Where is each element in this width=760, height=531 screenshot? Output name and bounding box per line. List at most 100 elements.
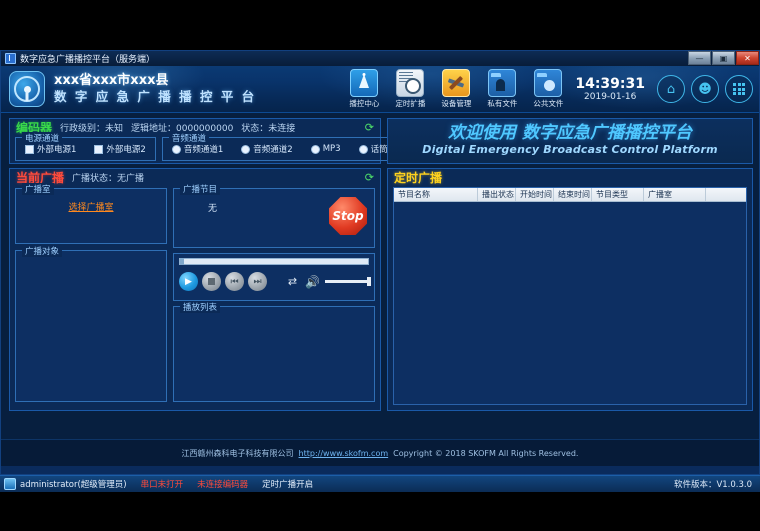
timed-broadcast-title: 定时广播 [394,169,442,186]
checkbox-icon [25,145,34,154]
toolbar-label: 公共文件 [533,98,563,109]
status-version: 软件版本：V1.0.3.0 [674,478,752,490]
audio-channel-mp3[interactable]: MP3 [311,144,341,154]
column-program-type[interactable]: 节目类型 [592,188,644,201]
audio-channel-mic[interactable]: 话筒 [359,143,388,155]
header-toolbar: 播控中心 定时扩播 设备管理 私有文件 公共文件 [341,66,759,112]
apps-button[interactable] [725,75,753,103]
encoder-admin-level: 行政级别：未知 [60,121,123,134]
close-button[interactable]: ✕ [736,51,759,65]
window-title: 数字应急广播播控平台（服务端） [20,52,155,65]
radio-icon [311,145,320,154]
stop-icon[interactable] [202,272,221,291]
footer-company: 江西赣州森科电子科技有限公司 [182,448,294,459]
playlist-label: 播放列表 [180,301,220,313]
previous-icon[interactable]: ⏮ [225,272,244,291]
seek-slider[interactable] [179,258,369,265]
speaker-icon[interactable]: 🔊 [305,275,320,289]
audio-channel-2[interactable]: 音频通道2 [241,143,292,155]
radio-icon [172,145,181,154]
minimize-button[interactable]: — [688,51,711,65]
broadcast-room-group: 广播室 选择广播室 [15,188,167,244]
timed-broadcast-table: 节目名称 播出状态 开始时间 结束时间 节目类型 广播室 [393,187,747,405]
audio-channel-1-label: 音频通道1 [184,143,223,155]
home-icon: ⌂ [667,83,675,96]
toolbar-item-broadcast-center[interactable]: 播控中心 [341,67,387,111]
footer-link[interactable]: http://www.skofm.com [299,449,389,458]
checkbox-icon [94,145,103,154]
home-button[interactable]: ⌂ [657,75,685,103]
current-broadcast-status: 广播状态：无广播 [72,171,144,184]
stop-broadcast-button[interactable]: Stop [329,197,367,235]
power-channel-2[interactable]: 外部电源2 [94,143,145,155]
column-play-status[interactable]: 播出状态 [478,188,516,201]
media-player: ▶ ⏮ ⏭ ⇄ 🔊 [173,253,375,301]
current-broadcast-body: 广播室 选择广播室 广播对象 广播节目 无 Stop [10,185,380,407]
refresh-icon[interactable]: ⟳ [365,121,374,134]
radio-icon [359,145,368,154]
status-encoder: 未连接编码器 [197,478,248,490]
window-controls: — ▣ ✕ [687,51,759,66]
clock: 14:39:31 2019-01-16 [575,76,645,102]
footer-copyright: Copyright © 2018 SKOFM All Rights Reserv… [393,449,578,458]
volume-handle[interactable] [367,277,371,286]
column-program-name[interactable]: 节目名称 [394,188,478,201]
refresh-icon[interactable]: ⟳ [365,171,374,184]
column-end-time[interactable]: 结束时间 [554,188,592,201]
volume-slider[interactable] [325,280,369,283]
audio-channel-1[interactable]: 音频通道1 [172,143,223,155]
toolbar-label: 设备管理 [441,98,471,109]
toolbar-item-device-management[interactable]: 设备管理 [433,67,479,111]
current-broadcast-left: 广播室 选择广播室 广播对象 [15,188,167,402]
title-bar: 数字应急广播播控平台（服务端） — ▣ ✕ [1,51,759,66]
clock-date: 2019-01-16 [584,92,636,102]
app-icon [5,53,16,64]
header-titles: xxx省xxx市xxx县 数 字 应 急 广 播 播 控 平 台 [54,73,256,105]
status-serial-port: 串口未打开 [141,478,184,490]
power-channel-label: 电源通道 [22,132,62,144]
private-folder-icon [488,69,516,97]
audio-channel-mp3-label: MP3 [323,144,341,154]
column-start-time[interactable]: 开始时间 [516,188,554,201]
encoder-channels: 电源通道 外部电源1 外部电源2 音频通道 [10,135,380,161]
org-title: xxx省xxx市xxx县 [54,73,256,89]
timed-broadcast-panel: 定时广播 节目名称 播出状态 开始时间 结束时间 节目类型 广播室 [387,168,753,411]
stop-sign-icon: Stop [329,197,367,235]
seek-handle[interactable] [180,258,184,265]
program-value: 无 [208,201,217,214]
broadcast-target-group: 广播对象 [15,250,167,402]
current-broadcast-right: 广播节目 无 Stop ▶ [173,188,375,402]
desktop-background: 数字应急广播播控平台（服务端） — ▣ ✕ xxx省xxx市xxx县 数 字 应… [0,0,760,531]
platform-title: 数 字 应 急 广 播 播 控 平 台 [54,89,256,105]
calendar-clock-icon [396,69,424,97]
broadcast-program-group: 广播节目 无 Stop [173,188,375,248]
column-broadcast-room[interactable]: 广播室 [644,188,706,201]
power-channel-1-label: 外部电源1 [37,143,76,155]
toolbar-label: 定时扩播 [395,98,425,109]
welcome-cn: 欢迎使用 数字应急广播播控平台 [448,125,692,143]
toolbar-item-private-files[interactable]: 私有文件 [479,67,525,111]
broadcast-program-label: 广播节目 [180,183,220,195]
main-body: 编码器 行政级别：未知 逻辑地址：0000000000 状态：未连接 ⟳ 电源通… [1,113,759,466]
select-room-link[interactable]: 选择广播室 [16,200,166,213]
broadcast-room-label: 广播室 [22,183,54,195]
player-controls: ▶ ⏮ ⏭ ⇄ 🔊 [179,272,369,291]
next-icon[interactable]: ⏭ [248,272,267,291]
maximize-button[interactable]: ▣ [712,51,735,65]
table-header-row: 节目名称 播出状态 开始时间 结束时间 节目类型 广播室 [394,188,746,202]
shuffle-icon[interactable]: ⇄ [288,275,297,288]
toolbar-label: 播控中心 [349,98,379,109]
power-channel-1[interactable]: 外部电源1 [25,143,76,155]
tools-gear-icon [442,69,470,97]
play-icon[interactable]: ▶ [179,272,198,291]
toolbar-label: 私有文件 [487,98,517,109]
radio-icon [241,145,250,154]
column-spacer[interactable] [706,188,746,201]
power-channel-2-label: 外部电源2 [106,143,145,155]
welcome-banner: 欢迎使用 数字应急广播播控平台 Digital Emergency Broadc… [387,118,753,164]
application-window: 数字应急广播播控平台（服务端） — ▣ ✕ xxx省xxx市xxx县 数 字 应… [0,50,760,475]
encoder-status: 状态：未连接 [241,121,295,134]
toolbar-item-timed-broadcast[interactable]: 定时扩播 [387,67,433,111]
toolbar-item-public-files[interactable]: 公共文件 [525,67,571,111]
user-button[interactable]: ☻ [691,75,719,103]
